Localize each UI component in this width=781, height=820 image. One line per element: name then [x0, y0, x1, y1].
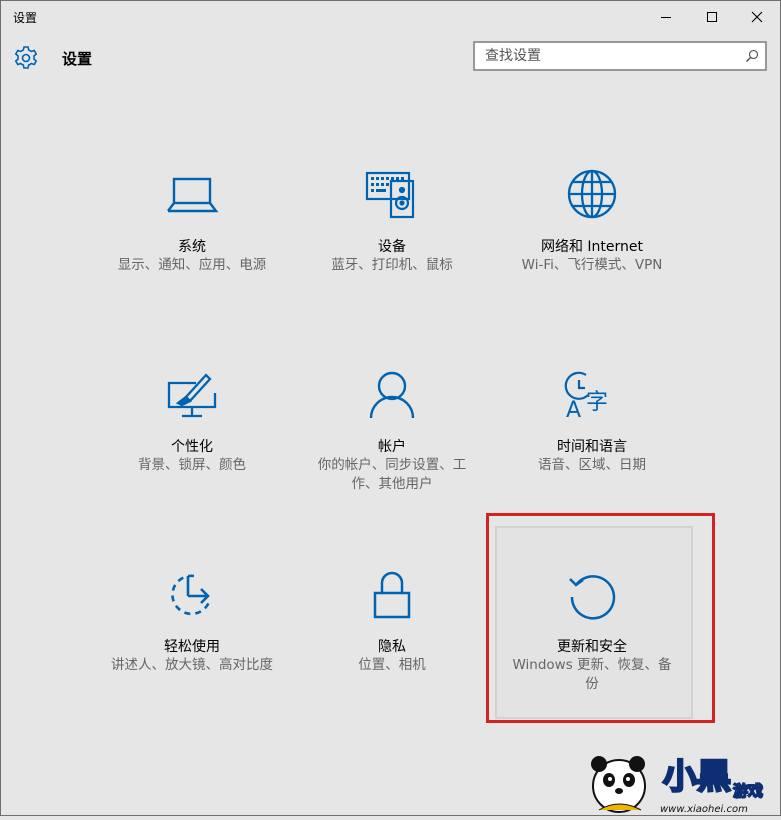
- tile-label: 帐户: [378, 439, 406, 455]
- globe-icon: [564, 169, 620, 227]
- tile-accounts[interactable]: 帐户 你的帐户、同步设置、工作、其他用户: [297, 371, 487, 561]
- maximize-icon: [707, 12, 717, 22]
- panda-mascot-icon: [591, 756, 646, 813]
- lock-icon: [364, 571, 420, 627]
- tile-personalization[interactable]: 个性化 背景、锁屏、颜色: [97, 371, 287, 561]
- tile-network-internet[interactable]: 网络和 Internet Wi-Fi、飞行模式、VPN: [497, 169, 687, 361]
- gear-icon: [13, 45, 39, 71]
- tile-description: 你的帐户、同步设置、工作、其他用户: [317, 457, 467, 492]
- close-button[interactable]: [734, 1, 780, 33]
- refresh-icon: [564, 571, 620, 627]
- tile-label: 轻松使用: [164, 639, 220, 655]
- search-icon[interactable]: [745, 49, 759, 63]
- svg-text:字: 字: [586, 390, 608, 415]
- tile-description: 显示、通知、应用、电源: [117, 257, 267, 273]
- settings-window: 设置 设置 查找设置 系统 显示、通知、应用、电源 设备 蓝牙、打印机、鼠标 网…: [0, 0, 781, 816]
- laptop-icon: [164, 171, 220, 227]
- tile-description: Windows 更新、恢复、备份: [512, 657, 672, 692]
- tile-label: 网络和 Internet: [540, 239, 644, 255]
- title-bar[interactable]: 设置: [1, 1, 780, 33]
- watermark-url: www.xiaohei.com: [660, 804, 748, 815]
- tile-system[interactable]: 系统 显示、通知、应用、电源: [97, 171, 287, 361]
- tile-update-security[interactable]: 更新和安全 Windows 更新、恢复、备份: [497, 571, 687, 761]
- svg-text:小黑: 小黑: [663, 757, 731, 797]
- tile-privacy[interactable]: 隐私 位置、相机: [297, 571, 487, 761]
- tile-label: 时间和语言: [557, 439, 627, 455]
- tile-description: 背景、锁屏、颜色: [138, 457, 246, 473]
- tile-description: 蓝牙、打印机、鼠标: [331, 257, 453, 273]
- tile-description: 语音、区域、日期: [538, 457, 646, 473]
- paint-monitor-icon: [164, 371, 220, 427]
- tile-label: 隐私: [378, 639, 406, 655]
- search-box[interactable]: [473, 41, 767, 71]
- clock-language-icon: A 字: [564, 371, 620, 427]
- close-icon: [751, 11, 763, 23]
- search-input[interactable]: [475, 43, 745, 69]
- tile-description: 讲述人、放大镜、高对比度: [111, 657, 273, 673]
- minimize-icon: [661, 17, 671, 18]
- tile-label: 设备: [378, 239, 406, 255]
- watermark-brand: 游戏: [733, 782, 763, 800]
- window-title: 设置: [13, 11, 38, 25]
- tile-label: 系统: [178, 239, 206, 255]
- tile-ease-of-access[interactable]: 轻松使用 讲述人、放大镜、高对比度: [97, 571, 287, 761]
- tile-description: Wi-Fi、飞行模式、VPN: [521, 257, 663, 273]
- tile-devices[interactable]: 设备 蓝牙、打印机、鼠标: [297, 171, 487, 361]
- tile-description: 位置、相机: [358, 657, 426, 673]
- page-title: 设置: [62, 50, 93, 68]
- tile-label: 个性化: [171, 439, 213, 455]
- svg-text:A: A: [566, 398, 581, 423]
- watermark-logo: 小黑 游戏 www.xiaohei.com: [585, 746, 780, 816]
- person-icon: [364, 371, 420, 427]
- keyboard-speaker-icon: [364, 171, 420, 227]
- minimize-button[interactable]: [643, 1, 689, 33]
- maximize-button[interactable]: [689, 1, 735, 33]
- tile-time-language[interactable]: A 字 时间和语言 语音、区域、日期: [497, 371, 687, 561]
- tile-label: 更新和安全: [557, 639, 627, 655]
- ease-of-access-icon: [164, 571, 220, 627]
